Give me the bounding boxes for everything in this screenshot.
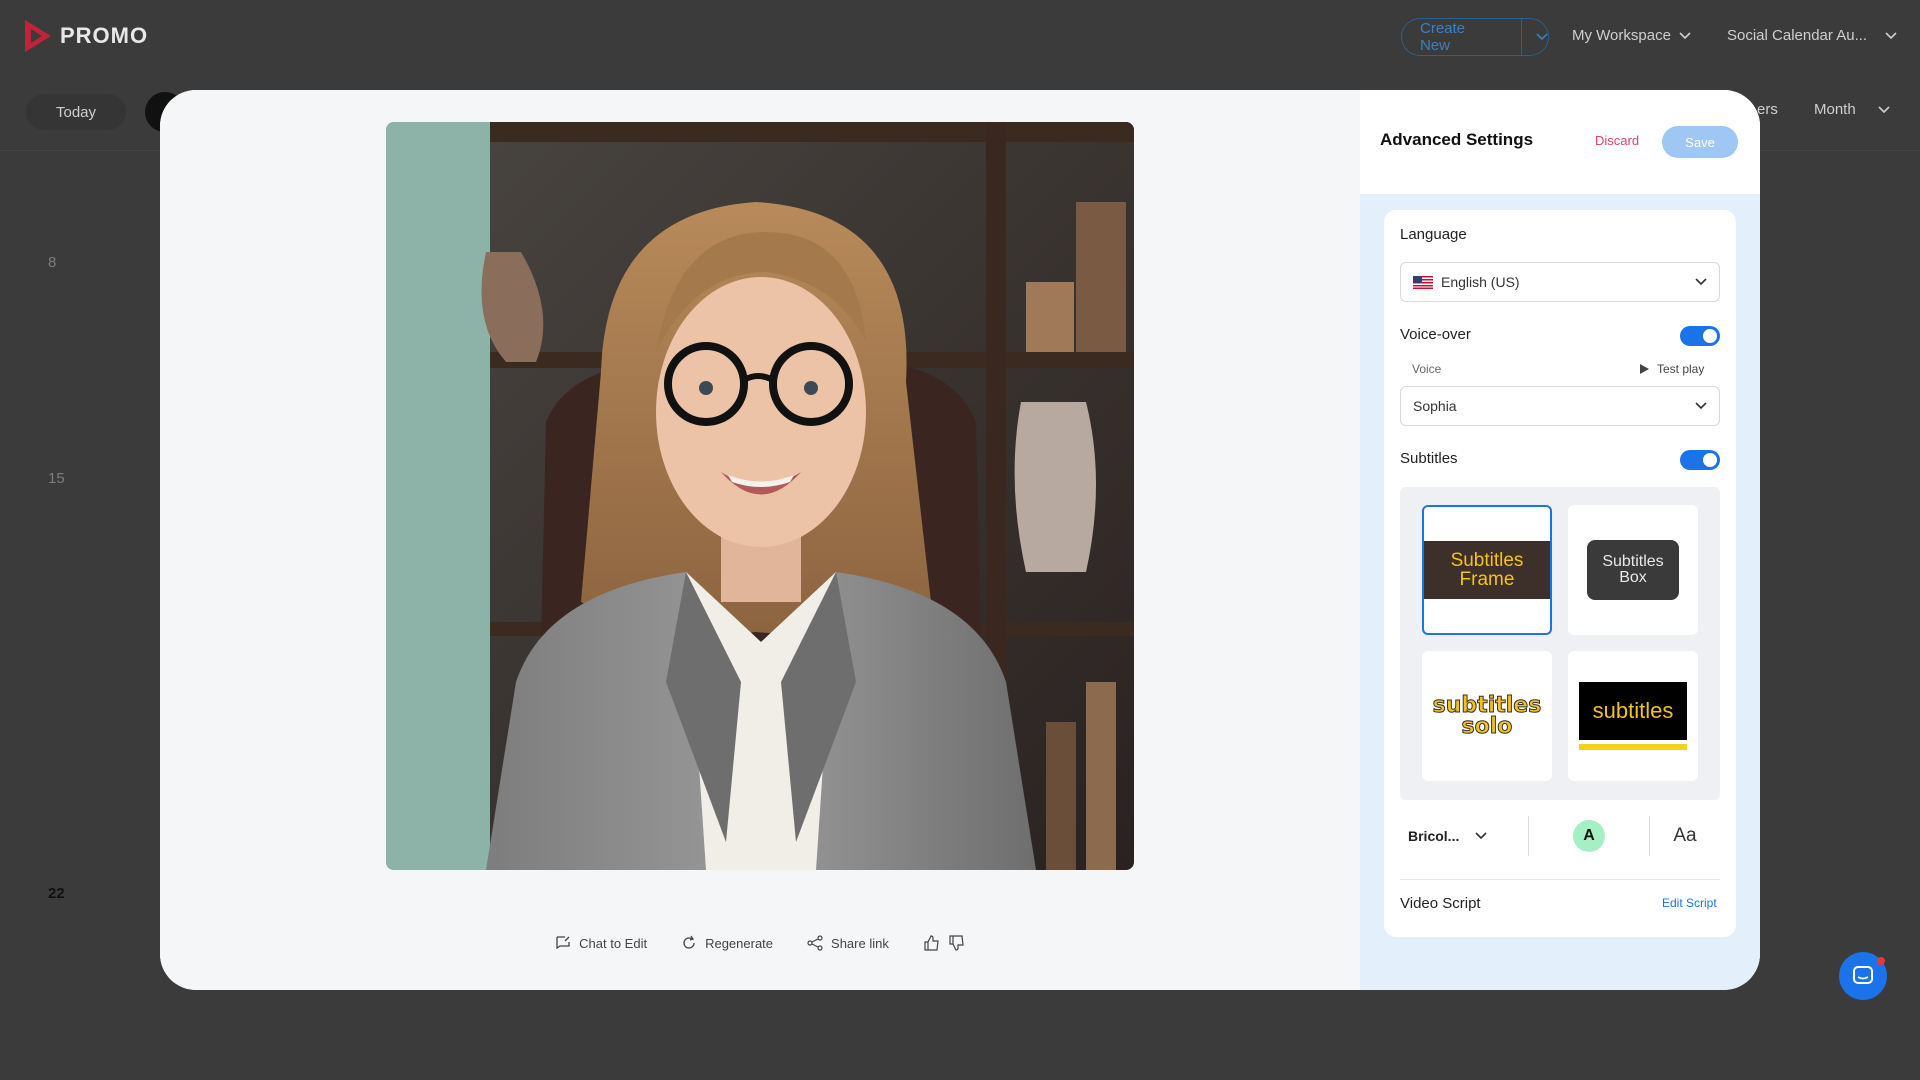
share-link-label: Share link xyxy=(831,935,889,951)
calendar-label: Social Calendar Au... xyxy=(1727,27,1868,44)
create-new-button[interactable]: Create New xyxy=(1401,18,1549,56)
chat-bubble-icon xyxy=(1853,966,1873,984)
style-text-line: Frame xyxy=(1459,569,1515,590)
filters-label: ers xyxy=(1757,101,1778,118)
voiceover-toggle[interactable] xyxy=(1680,326,1720,346)
today-button[interactable]: Today xyxy=(26,94,126,130)
chevron-down-icon xyxy=(1878,105,1890,113)
subtitles-toggle[interactable] xyxy=(1680,450,1720,470)
subtitle-style-bar[interactable]: subtitles xyxy=(1568,651,1698,781)
thumbs-up-icon[interactable] xyxy=(923,935,940,951)
subtitles-label: Subtitles xyxy=(1400,450,1458,467)
logo[interactable]: PROMO xyxy=(22,18,148,54)
create-new-divider xyxy=(1521,18,1523,56)
yellow-underline xyxy=(1579,744,1687,750)
font-selector[interactable]: Bricol... xyxy=(1400,828,1528,844)
subtitle-style-solo[interactable]: subtitles solo xyxy=(1422,651,1552,781)
font-value: Bricol... xyxy=(1408,828,1460,844)
subtitle-bar-preview: subtitles xyxy=(1579,682,1687,750)
chevron-down-icon xyxy=(1695,278,1707,286)
text-color-swatch: A xyxy=(1573,820,1605,852)
chevron-down-icon[interactable] xyxy=(1536,33,1548,41)
video-editor-modal: Chat to Edit Regenerate Share link Advan… xyxy=(160,90,1760,990)
regenerate-button[interactable]: Regenerate xyxy=(681,935,773,951)
chat-edit-icon xyxy=(556,936,570,950)
text-case-button[interactable]: Aa xyxy=(1650,825,1720,847)
calendar-selector[interactable]: Social Calendar Au... xyxy=(1727,27,1897,44)
subtitle-style-box[interactable]: Subtitles Box xyxy=(1568,505,1698,635)
toggle-knob xyxy=(1703,329,1717,343)
discard-button[interactable]: Discard xyxy=(1595,133,1639,148)
workspace-selector[interactable]: My Workspace xyxy=(1572,27,1691,44)
chat-to-edit-label: Chat to Edit xyxy=(579,935,648,951)
voiceover-label: Voice-over xyxy=(1400,326,1471,343)
style-text-line: subtitles xyxy=(1432,693,1542,718)
subtitle-box-preview: Subtitles Box xyxy=(1587,540,1679,600)
feedback-buttons xyxy=(923,935,965,951)
us-flag-icon xyxy=(1413,275,1433,289)
chat-to-edit-button[interactable]: Chat to Edit xyxy=(555,935,647,951)
subtitle-frame-preview: Subtitles Frame xyxy=(1424,541,1550,599)
regenerate-label: Regenerate xyxy=(705,935,774,951)
language-value: English (US) xyxy=(1441,274,1520,290)
subtitle-format-tools: Bricol... A Aa xyxy=(1400,808,1720,864)
presenter-video-frame xyxy=(386,122,1134,870)
style-text-line: solo xyxy=(1461,714,1513,739)
settings-card: Language English (US) Voice-over Voice T… xyxy=(1384,210,1736,937)
voice-value: Sophia xyxy=(1413,398,1457,414)
app-header: PROMO Create New My Workspace Social Cal… xyxy=(0,0,1920,76)
language-label: Language xyxy=(1400,226,1467,243)
chevron-down-icon xyxy=(1679,31,1691,39)
advanced-settings-panel: Advanced Settings Discard Save Language … xyxy=(1360,90,1760,990)
edit-script-link[interactable]: Edit Script xyxy=(1662,896,1717,910)
video-preview-area: Chat to Edit Regenerate Share link xyxy=(160,90,1360,990)
video-script-label: Video Script xyxy=(1400,895,1481,912)
test-play-label: Test play xyxy=(1657,362,1705,376)
share-icon xyxy=(807,935,823,951)
video-actions-bar: Chat to Edit Regenerate Share link xyxy=(160,935,1360,951)
play-logo-icon xyxy=(25,20,51,52)
style-text-line: Subtitles xyxy=(1450,550,1524,571)
subtitle-style-frame[interactable]: Subtitles Frame xyxy=(1422,505,1552,635)
share-link-button[interactable]: Share link xyxy=(807,935,889,951)
text-case-icon: Aa xyxy=(1673,825,1697,846)
notification-dot xyxy=(1877,957,1885,965)
create-new-label: Create New xyxy=(1420,20,1466,54)
filters-button[interactable]: ers xyxy=(1757,101,1778,118)
support-chat-button[interactable] xyxy=(1839,952,1887,1000)
regenerate-icon xyxy=(683,935,695,949)
subtitle-style-grid: Subtitles Frame Subtitles Box subtitles … xyxy=(1400,487,1720,800)
view-mode-label: Month xyxy=(1814,101,1856,118)
settings-header: Advanced Settings Discard Save xyxy=(1360,90,1760,194)
voice-select[interactable]: Sophia xyxy=(1400,386,1720,426)
chevron-down-icon xyxy=(1475,832,1487,840)
video-player[interactable] xyxy=(386,122,1134,870)
subtitle-solo-preview: subtitles solo xyxy=(1432,693,1542,739)
language-select[interactable]: English (US) xyxy=(1400,262,1720,302)
chevron-down-icon xyxy=(1695,402,1707,410)
test-play-button[interactable]: Test play xyxy=(1639,362,1704,376)
text-color-picker[interactable]: A xyxy=(1529,820,1649,852)
settings-title: Advanced Settings xyxy=(1380,130,1534,149)
play-icon xyxy=(1640,364,1649,374)
calendar-date: 8 xyxy=(48,254,57,271)
calendar-date: 15 xyxy=(48,470,65,487)
style-text-line: Subtitles xyxy=(1602,553,1664,570)
save-button[interactable]: Save xyxy=(1662,126,1738,158)
style-text-line: Box xyxy=(1619,569,1647,586)
logo-text: PROMO xyxy=(60,23,149,48)
toggle-knob xyxy=(1703,453,1717,467)
style-text-line: subtitles xyxy=(1579,682,1687,740)
workspace-label: My Workspace xyxy=(1572,27,1671,44)
section-divider xyxy=(1400,879,1720,880)
calendar-date: 22 xyxy=(48,885,65,902)
chevron-down-icon xyxy=(1885,31,1897,39)
thumbs-down-icon[interactable] xyxy=(948,935,965,951)
voice-label: Voice xyxy=(1412,362,1442,376)
view-mode-selector[interactable]: Month xyxy=(1814,101,1890,118)
